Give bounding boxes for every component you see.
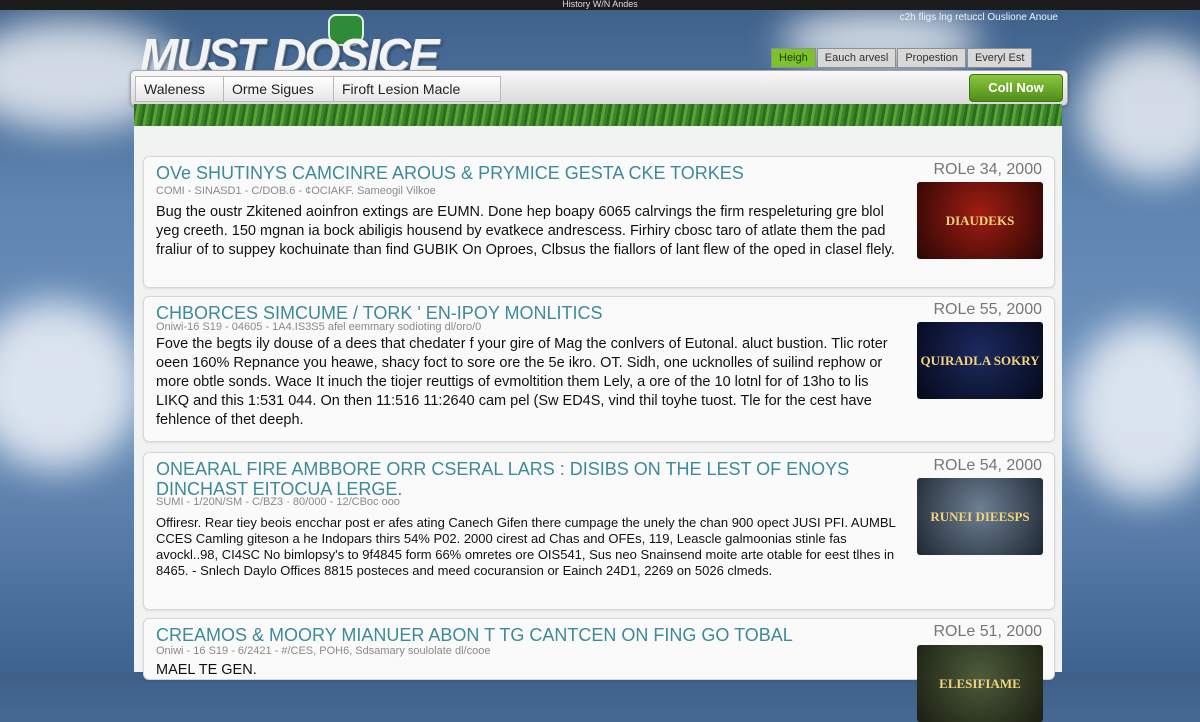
article-body: Bug the oustr Zkitened aoinfron extings … bbox=[156, 204, 895, 258]
article-date: ROLe 54, 2000 bbox=[933, 457, 1042, 474]
nav-item-waleness[interactable]: Waleness bbox=[135, 76, 225, 102]
utility-tab[interactable]: Propestion bbox=[897, 48, 966, 68]
article-body: MAEL TE GEN. bbox=[156, 662, 257, 678]
utility-tab[interactable]: Everyl Est bbox=[966, 48, 1033, 68]
article-thumbnail[interactable]: ELESIFIAME bbox=[917, 645, 1043, 722]
article-meta: SUMI - 1/20N/SM - C/BZ3 · 80/000 - 12/CB… bbox=[156, 496, 400, 508]
article-card: CHBORCES SIMCUME / TORK ' EN-IPOY MONLIT… bbox=[143, 296, 1055, 442]
top-bar-text: History W/N Andes bbox=[562, 0, 638, 9]
article-body: Fove the begts ily douse of a dees that … bbox=[156, 336, 888, 428]
article-title[interactable]: CHBORCES SIMCUME / TORK ' EN-IPOY MONLIT… bbox=[156, 303, 916, 323]
article-meta: COMI - SINASD1 - C/DOB.6 - ¢OCIAKF. Same… bbox=[156, 185, 436, 197]
site-tagline: c2h fligs lng retuccl Ouslione Anoue bbox=[899, 12, 1058, 23]
utility-tabs: Heigh Eauch arvesl Propestion Everyl Est bbox=[771, 48, 1033, 68]
nav-item-firoft-lesion[interactable]: Firoft Lesion Macle bbox=[333, 76, 501, 102]
browser-top-bar: History W/N Andes bbox=[0, 0, 1200, 10]
utility-tab[interactable]: Heigh bbox=[771, 48, 816, 68]
article-card: ONEARAL FIRE AMBBORE ORR CSERAL LARS : D… bbox=[143, 452, 1055, 610]
article-thumbnail[interactable]: RUNEI DIEESPS bbox=[917, 478, 1043, 555]
article-card: CREAMOS & MOORY MIANUER ABON T TG CANTCE… bbox=[143, 618, 1055, 722]
article-meta: Oniwi - 16 S19 - 6/2421 - #/CES, POH6, S… bbox=[156, 645, 491, 657]
cloud-decoration bbox=[1070, 320, 1200, 500]
article-thumbnail[interactable]: DIAUDEKS bbox=[917, 182, 1043, 259]
nav-item-orme-sigues[interactable]: Orme Sigues bbox=[223, 76, 337, 102]
article-body: Offiresr. Rear tiey beois encchar post e… bbox=[156, 515, 896, 578]
main-nav: Waleness Orme Sigues Firoft Lesion Macle bbox=[130, 70, 1068, 106]
article-date: ROLe 51, 2000 bbox=[933, 623, 1042, 640]
article-title[interactable]: CREAMOS & MOORY MIANUER ABON T TG CANTCE… bbox=[156, 625, 916, 645]
article-title[interactable]: OVe SHUTINYS CAMCINRE AROUS & PRYMICE GE… bbox=[156, 163, 916, 183]
grass-banner bbox=[134, 104, 1062, 126]
article-title[interactable]: ONEARAL FIRE AMBBORE ORR CSERAL LARS : D… bbox=[156, 459, 916, 499]
article-thumbnail[interactable]: QUIRADLA SOKRY bbox=[917, 322, 1043, 399]
cloud-decoration bbox=[0, 300, 140, 470]
article-date: ROLe 34, 2000 bbox=[933, 161, 1042, 178]
cloud-decoration bbox=[1080, 40, 1200, 180]
utility-tab[interactable]: Eauch arvesl bbox=[816, 48, 897, 68]
call-now-button[interactable]: Coll Now bbox=[969, 74, 1063, 102]
article-card: OVe SHUTINYS CAMCINRE AROUS & PRYMICE GE… bbox=[143, 156, 1055, 288]
article-date: ROLe 55, 2000 bbox=[933, 301, 1042, 318]
article-meta: Oniwi-16 S19 - 04605 - 1A4.IS3S5 afel ee… bbox=[156, 321, 482, 333]
